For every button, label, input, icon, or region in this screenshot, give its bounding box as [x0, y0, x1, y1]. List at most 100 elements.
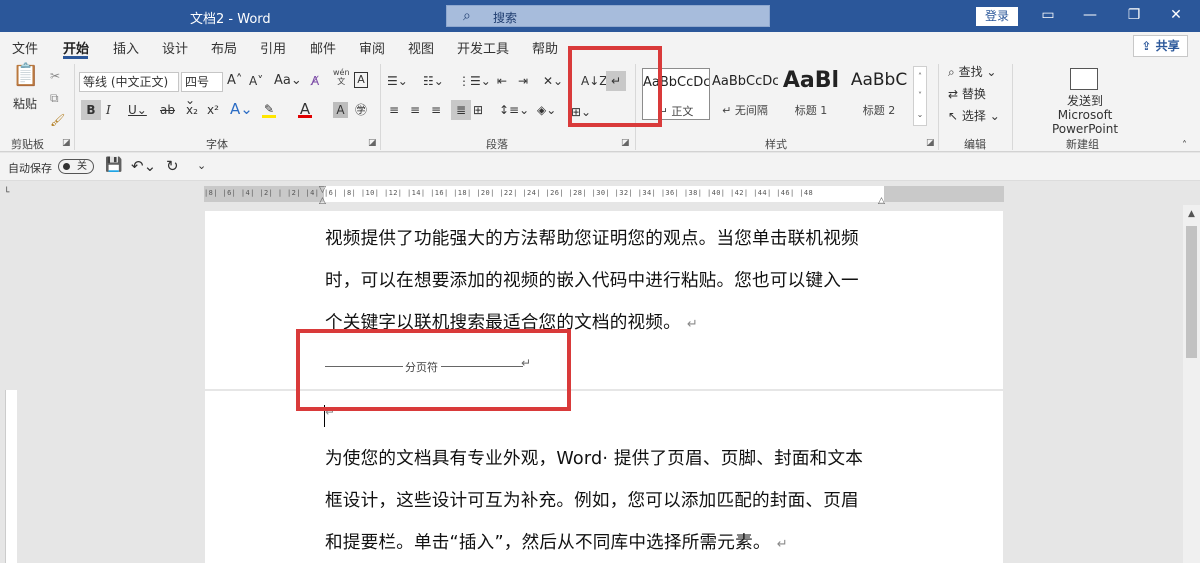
phonetic-guide-icon[interactable]: wén 文	[333, 68, 350, 86]
chinese-layout-icon[interactable]: ✕⌄	[543, 71, 563, 91]
font-launcher-icon[interactable]: ◪	[368, 138, 377, 148]
underline-icon[interactable]: U⌄	[128, 100, 147, 120]
character-border-icon[interactable]: A	[354, 72, 368, 88]
align-left-icon[interactable]: ≡	[389, 100, 399, 120]
style-no-spacing-name: ↵ 无间隔	[722, 104, 768, 117]
distributed-icon[interactable]: ⊞	[473, 100, 483, 120]
character-shading-icon[interactable]: A	[333, 102, 348, 118]
divider	[380, 64, 381, 150]
copy-icon[interactable]: ⧉	[50, 88, 59, 108]
tab-mailings[interactable]: 邮件	[310, 38, 336, 57]
style-no-spacing[interactable]: AaBbCcDc ↵ 无间隔	[712, 68, 778, 120]
paragraph-launcher-icon[interactable]: ◪	[621, 138, 630, 148]
multilevel-list-icon[interactable]: ⋮☰⌄	[458, 71, 491, 91]
paragraph-mark-icon: ↵	[686, 317, 698, 332]
font-color-icon[interactable]: A	[298, 99, 312, 118]
line-spacing-icon[interactable]: ↕≡⌄	[499, 100, 529, 120]
style-heading2[interactable]: AaBbC 标题 2	[846, 68, 912, 120]
undo-icon[interactable]: ↶⌄	[131, 157, 156, 175]
font-size-dropdown[interactable]: 四号 ⌄	[181, 72, 223, 107]
save-icon[interactable]: 💾	[105, 157, 122, 173]
document-page-2[interactable]: ↵ 为使您的文档具有专业外观，Word· 提供了页眉、页脚、封面和文本 框设计，…	[205, 391, 1003, 563]
paragraph-line: 框设计，这些设计可互为补充。例如，您可以添加匹配的封面、页眉	[325, 491, 859, 511]
shrink-font-icon[interactable]: A˅	[249, 71, 263, 91]
send-label-1: 发送到	[1066, 94, 1103, 108]
paragraph-line: 时，可以在想要添加的视频的嵌入代码中进行粘贴。您也可以键入一	[325, 271, 859, 291]
select-button[interactable]: ↖ 选择 ⌄	[948, 106, 1000, 126]
strikethrough-icon[interactable]: ab	[160, 100, 175, 120]
decrease-indent-icon[interactable]: ⇤	[497, 71, 507, 91]
superscript-icon[interactable]: x²	[207, 100, 219, 120]
restore-icon[interactable]: ❐	[1124, 7, 1144, 23]
tab-layout[interactable]: 布局	[211, 38, 237, 57]
share-button[interactable]: ⇪ 共享	[1133, 35, 1188, 57]
tab-references[interactable]: 引用	[260, 38, 286, 57]
search-box[interactable]: ⌕ 搜索	[446, 5, 770, 27]
justify-icon[interactable]: ≣	[451, 100, 471, 120]
scroll-up-icon[interactable]: ▲	[1183, 209, 1200, 223]
first-line-indent-marker[interactable]: ▽	[319, 185, 326, 195]
align-center-icon[interactable]: ≡	[410, 100, 420, 120]
style-heading2-preview: AaBbC	[850, 70, 908, 90]
enclose-characters-icon[interactable]: ㊫	[355, 100, 367, 120]
bullets-icon[interactable]: ☰⌄	[387, 71, 408, 91]
tab-review[interactable]: 审阅	[359, 38, 385, 57]
change-case-icon[interactable]: Aa⌄	[274, 71, 302, 91]
find-label: 查找	[958, 65, 983, 79]
clipboard-launcher-icon[interactable]: ◪	[62, 138, 71, 148]
redo-icon[interactable]: ↻	[166, 157, 179, 175]
vertical-ruler	[5, 390, 17, 563]
styles-launcher-icon[interactable]: ◪	[926, 138, 935, 148]
bold-icon[interactable]: B	[81, 100, 101, 120]
cut-icon[interactable]: ✂	[50, 66, 60, 86]
scrollbar-thumb[interactable]	[1186, 226, 1197, 358]
paste-label[interactable]: 粘贴	[13, 94, 37, 114]
tab-view[interactable]: 视图	[408, 38, 434, 57]
subscript-icon[interactable]: x₂	[186, 100, 198, 120]
paragraph-line: 视频提供了功能强大的方法帮助您证明您的观点。当您单击联机视频	[325, 229, 859, 249]
font-group-label: 字体	[206, 138, 228, 151]
left-indent-marker[interactable]: △	[319, 196, 326, 206]
powerpoint-icon[interactable]	[1070, 68, 1098, 90]
divider	[1012, 64, 1013, 150]
numbering-icon[interactable]: ☷⌄	[423, 71, 444, 91]
format-painter-icon[interactable]: 🖌	[50, 110, 65, 130]
tab-developer[interactable]: 开发工具	[457, 38, 509, 57]
shading-icon[interactable]: ◈⌄	[537, 100, 556, 120]
tab-help[interactable]: 帮助	[532, 38, 558, 57]
style-heading1[interactable]: AaBl 标题 1	[780, 68, 842, 120]
replace-button[interactable]: ⇄ 替换	[948, 84, 986, 104]
tab-selector-icon[interactable]: └	[4, 188, 18, 202]
right-indent-marker[interactable]: △	[878, 196, 885, 206]
text-effects-icon[interactable]: A⌄	[230, 99, 253, 119]
customize-qat-icon[interactable]: ⌄	[197, 159, 206, 172]
increase-indent-icon[interactable]: ⇥	[518, 71, 528, 91]
close-icon[interactable]: ✕	[1166, 7, 1186, 23]
tab-file[interactable]: 文件	[12, 38, 38, 57]
replace-label: 替换	[961, 87, 986, 101]
styles-scroll-icon[interactable]: ˄ ˅ ⌄	[913, 66, 927, 126]
tab-design[interactable]: 设计	[162, 38, 188, 57]
tab-home[interactable]: 开始	[63, 38, 89, 57]
autosave-toggle-label: 关	[77, 161, 87, 172]
highlight-color-icon[interactable]: ✎	[262, 99, 276, 118]
ribbon-display-options-icon[interactable]: ▭	[1038, 7, 1058, 23]
italic-icon[interactable]: I	[106, 100, 111, 120]
login-button[interactable]: 登录	[976, 7, 1018, 26]
clipboard-group-label: 剪贴板	[11, 138, 44, 151]
align-right-icon[interactable]: ≡	[431, 100, 441, 120]
search-placeholder: 搜索	[493, 11, 518, 25]
paste-icon[interactable]: 📋	[12, 65, 39, 87]
paragraph-mark-icon: ↵	[776, 537, 788, 552]
find-button[interactable]: ⌕ 查找 ⌄	[948, 62, 996, 82]
search-icon: ⌕	[463, 8, 471, 24]
tab-insert[interactable]: 插入	[113, 38, 139, 57]
font-name-dropdown[interactable]: 等线 (中文正文) ⌄	[79, 72, 179, 107]
grow-font-icon[interactable]: A˄	[227, 71, 242, 91]
send-to-powerpoint-button[interactable]: 发送到 Microsoft PowerPoint	[1028, 94, 1142, 136]
autosave-toggle[interactable]: 关	[58, 159, 94, 174]
style-heading2-name: 标题 2	[862, 104, 896, 117]
clear-formatting-icon[interactable]: A̸	[311, 71, 319, 91]
minimize-icon[interactable]: —	[1080, 7, 1100, 23]
active-tab-indicator	[63, 56, 88, 59]
